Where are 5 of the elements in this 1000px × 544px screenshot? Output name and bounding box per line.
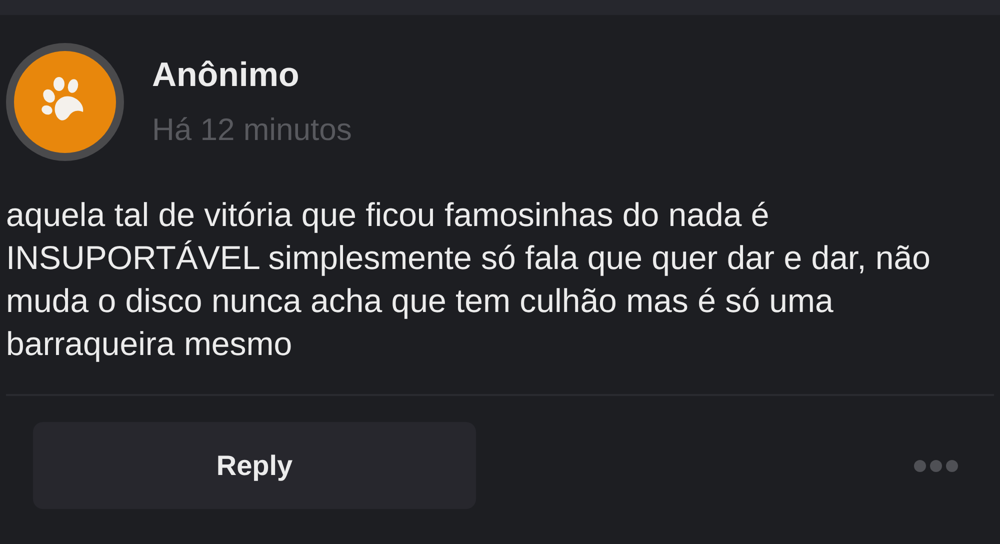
post-text: aquela tal de vitória que ficou famosinhas do nada é INSUPORTÁVEL simplesmente só fala que quer dar e dar, não muda o disco nunca acha que tem culhão mas é só uma barraqueira mesmo (6, 195, 932, 364)
author-name: Anônimo (152, 55, 300, 95)
reply-button[interactable]: Reply (33, 422, 476, 509)
post-time: Há 12 minutos (152, 111, 352, 149)
more-icon[interactable] (914, 460, 958, 472)
